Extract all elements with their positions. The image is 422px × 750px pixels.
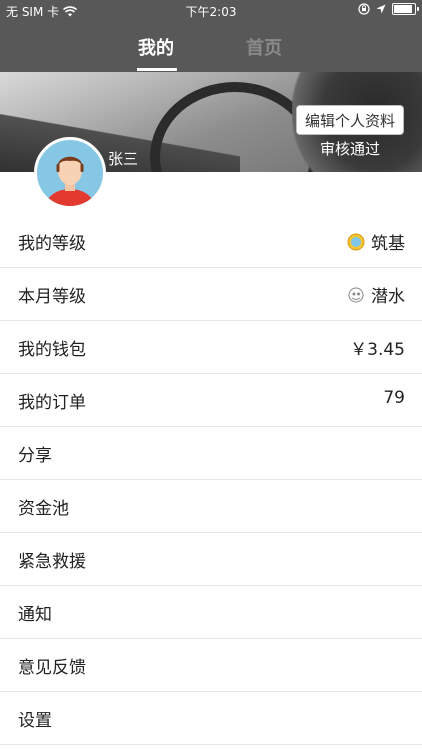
user-avatar-icon	[46, 156, 94, 206]
gold-coin-icon	[347, 233, 365, 250]
tab-home[interactable]: 首页	[246, 34, 282, 60]
top-tab-bar: 我的 首页	[0, 22, 422, 72]
orientation-lock-icon	[358, 3, 370, 15]
menu-item-orders[interactable]: 我的订单 79	[0, 374, 422, 427]
menu-item-label: 本月等级	[18, 287, 86, 307]
wallet-balance: ￥3.45	[350, 340, 405, 360]
menu-item-label: 资金池	[18, 499, 69, 519]
menu-item-feedback[interactable]: 意见反馈	[0, 639, 422, 692]
status-bar: 无 SIM 卡 下午2:03	[0, 0, 422, 22]
active-tab-indicator	[137, 68, 177, 71]
menu-item-monthly-level[interactable]: 本月等级 潜水	[0, 268, 422, 321]
menu-item-label: 分享	[18, 446, 52, 466]
my-level-value: 筑基	[371, 234, 405, 254]
menu-item-my-level[interactable]: 我的等级 筑基	[0, 215, 422, 268]
location-arrow-icon	[376, 4, 386, 14]
menu-item-emergency[interactable]: 紧急救援	[0, 533, 422, 586]
menu-item-label: 我的钱包	[18, 340, 86, 360]
order-count: 79	[383, 388, 405, 408]
edit-profile-button[interactable]: 编辑个人资料	[296, 105, 404, 135]
menu-item-label: 我的订单	[18, 393, 86, 413]
menu-item-value: 筑基	[347, 229, 405, 254]
battery-icon	[392, 3, 419, 15]
menu-item-settings[interactable]: 设置	[0, 692, 422, 745]
menu-item-label: 我的等级	[18, 234, 86, 254]
menu-item-wallet[interactable]: 我的钱包 ￥3.45	[0, 321, 422, 374]
menu-item-label: 通知	[18, 605, 52, 625]
menu-item-notice[interactable]: 通知	[0, 586, 422, 639]
menu-item-share[interactable]: 分享	[0, 427, 422, 480]
menu-item-label: 意见反馈	[18, 658, 86, 678]
status-right	[358, 3, 419, 15]
menu-item-fund-pool[interactable]: 资金池	[0, 480, 422, 533]
monthly-level-value: 潜水	[371, 287, 405, 307]
avatar[interactable]	[34, 137, 106, 209]
diver-icon	[348, 287, 364, 302]
menu-item-label: 设置	[18, 711, 52, 731]
menu-item-label: 紧急救援	[18, 552, 86, 572]
tab-mine[interactable]: 我的	[138, 34, 174, 60]
menu-item-value: 潜水	[347, 282, 405, 307]
review-status-label: 审核通过	[320, 140, 381, 158]
profile-menu-list: 我的等级 筑基 本月等级 潜水 我的钱包 ￥3.45 我的订单 79 分享 资金…	[0, 215, 422, 745]
username: 张三	[108, 150, 139, 168]
